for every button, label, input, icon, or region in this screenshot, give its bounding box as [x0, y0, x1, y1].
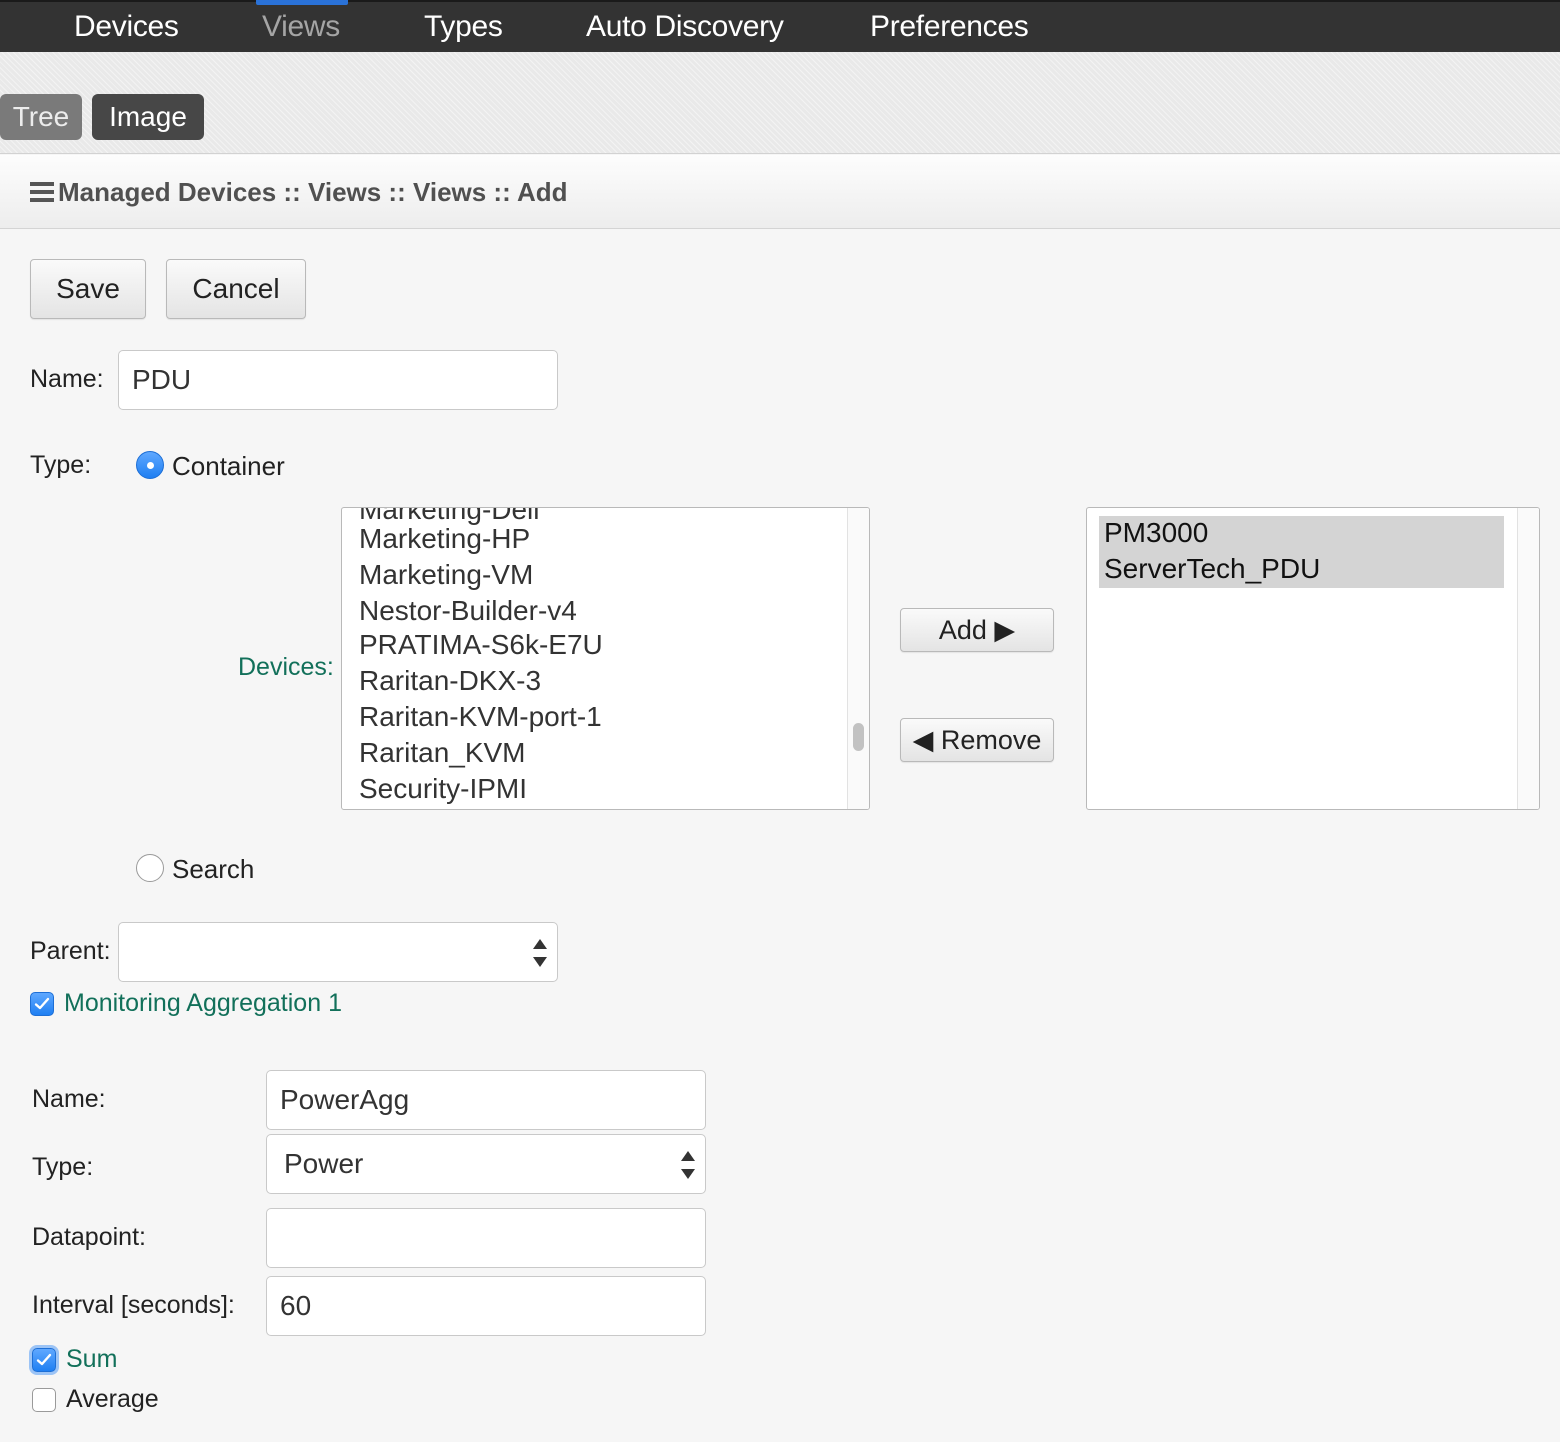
list-item[interactable]: ServerTech_PDU [1104, 551, 1320, 587]
tree-view-button[interactable]: Tree [0, 94, 82, 140]
parent-select[interactable] [118, 922, 558, 982]
aggregation-type-label: Type: [32, 1153, 94, 1181]
add-device-button[interactable]: Add ▶ [900, 608, 1054, 652]
parent-label: Parent: [30, 937, 111, 965]
aggregation-name-input[interactable]: PowerAgg [266, 1070, 706, 1130]
interval-label: Interval [seconds]: [32, 1291, 235, 1319]
datapoint-label: Datapoint: [32, 1223, 146, 1251]
type-search-radio[interactable] [136, 854, 164, 882]
type-search-label: Search [172, 854, 255, 884]
cancel-button[interactable]: Cancel [166, 259, 306, 319]
list-item[interactable]: Raritan-DKX-3 [359, 663, 541, 699]
tab-types[interactable]: Types [424, 10, 503, 44]
list-item[interactable]: Raritan-KVM-port-1 [359, 699, 602, 735]
name-label: Name: [30, 365, 104, 393]
average-label[interactable]: Average [66, 1385, 159, 1414]
datapoint-input[interactable] [266, 1208, 706, 1268]
hamburger-menu-icon[interactable] [30, 182, 54, 202]
list-scrollbar[interactable] [847, 508, 869, 809]
top-navigation: Devices Views Types Auto Discovery Prefe… [0, 0, 1560, 52]
remove-device-button[interactable]: ◀ Remove [900, 718, 1054, 762]
active-tab-indicator [256, 0, 348, 5]
type-container-radio[interactable] [136, 451, 164, 479]
list-item[interactable]: PM3000 [1104, 515, 1208, 551]
scrollbar-thumb[interactable] [853, 723, 864, 751]
monitoring-aggregation-checkbox[interactable] [30, 992, 54, 1016]
available-devices-list[interactable]: Marketing-Dell Marketing-HP Marketing-VM… [341, 507, 870, 810]
list-item[interactable]: Marketing-VM [359, 557, 533, 593]
breadcrumb-bar: Managed Devices :: Views :: Views :: Add [0, 155, 1560, 229]
save-button[interactable]: Save [30, 259, 146, 319]
list-item[interactable]: PRATIMA-S6k-E7U [359, 627, 603, 663]
view-mode-toolbar: Tree Image [0, 52, 1560, 154]
tab-devices[interactable]: Devices [74, 10, 179, 44]
type-label: Type: [30, 451, 92, 479]
list-scrollbar[interactable] [1517, 508, 1539, 809]
list-item[interactable]: Marketing-HP [359, 521, 530, 557]
tab-preferences[interactable]: Preferences [870, 10, 1029, 44]
sum-checkbox[interactable] [32, 1348, 56, 1372]
type-container-label: Container [172, 451, 285, 481]
tab-auto-discovery[interactable]: Auto Discovery [586, 10, 784, 44]
name-input[interactable]: PDU [118, 350, 558, 410]
aggregation-type-select[interactable]: Power [266, 1134, 706, 1194]
average-checkbox[interactable] [32, 1388, 56, 1412]
aggregation-type-value: Power [284, 1148, 364, 1179]
selected-devices-list[interactable]: PM3000 ServerTech_PDU [1086, 507, 1540, 810]
list-item[interactable]: Nestor-Builder-v4 [359, 593, 577, 629]
list-item[interactable]: Raritan_KVM [359, 735, 526, 771]
image-view-button[interactable]: Image [92, 94, 204, 140]
devices-label: Devices: [238, 653, 334, 681]
select-arrows-icon [681, 1151, 695, 1179]
sum-label[interactable]: Sum [66, 1345, 117, 1374]
list-item[interactable]: Security-IPMI [359, 771, 527, 807]
monitoring-aggregation-label[interactable]: Monitoring Aggregation 1 [64, 989, 342, 1018]
interval-input[interactable]: 60 [266, 1276, 706, 1336]
tab-views[interactable]: Views [262, 10, 340, 44]
aggregation-name-label: Name: [32, 1085, 106, 1113]
select-arrows-icon [533, 939, 547, 967]
breadcrumb: Managed Devices :: Views :: Views :: Add [58, 177, 568, 207]
